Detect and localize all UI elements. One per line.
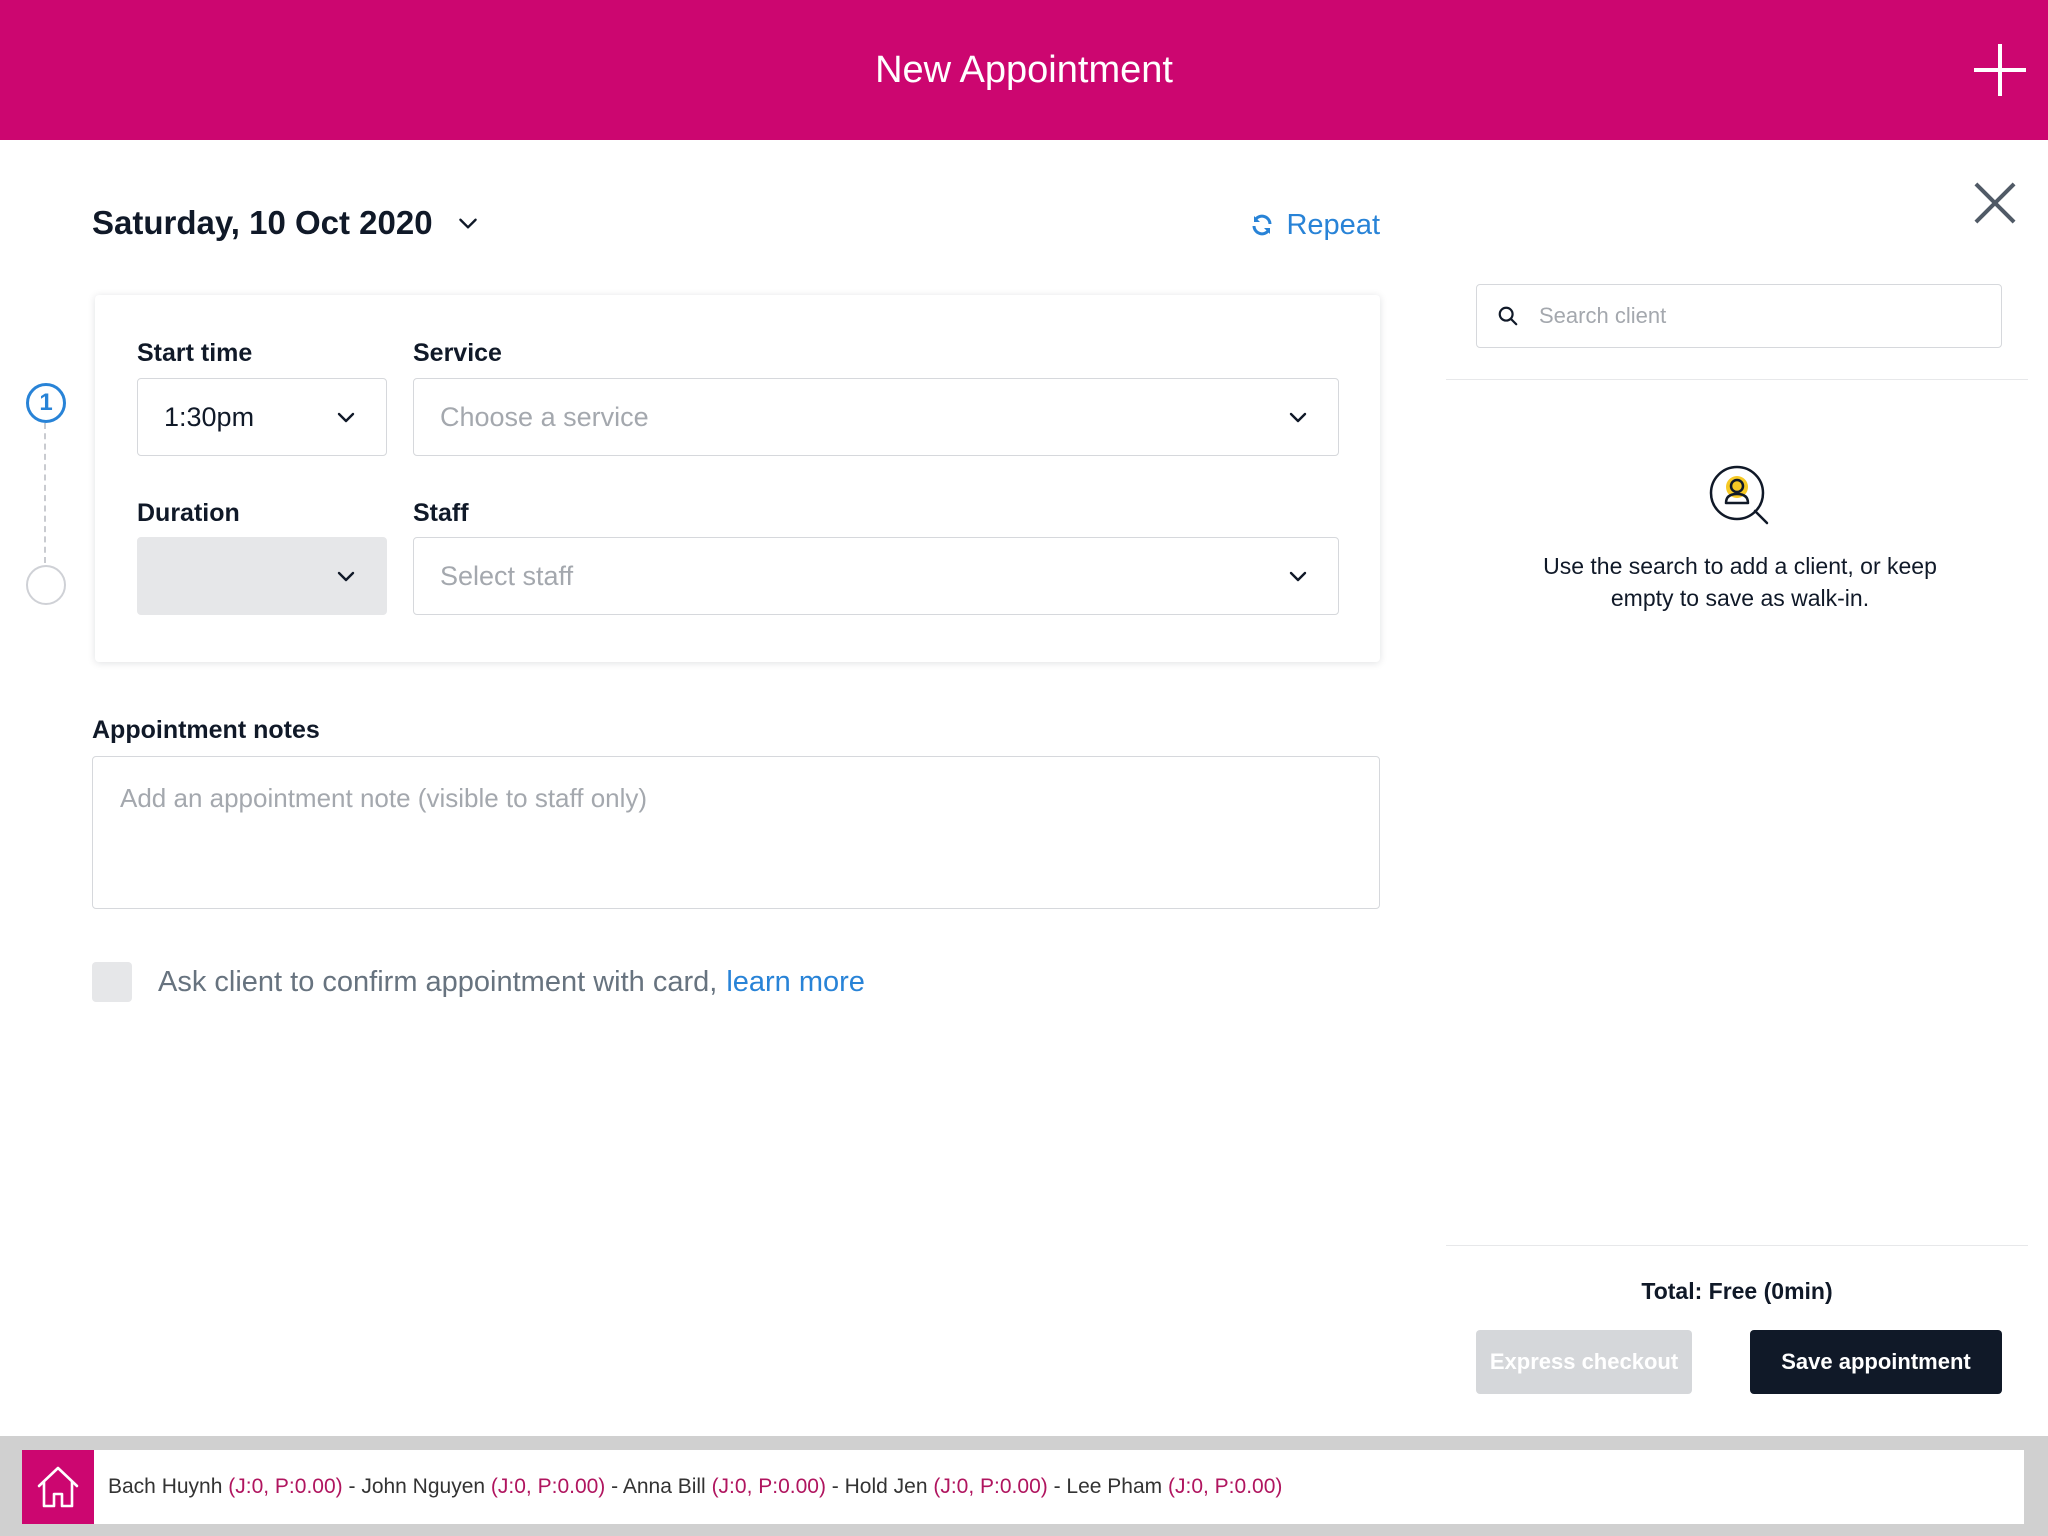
chevron-down-icon xyxy=(458,218,477,229)
home-icon xyxy=(37,1466,79,1508)
staff-meta: (J:0, P:0.00) xyxy=(228,1475,343,1498)
chevron-down-icon xyxy=(1289,412,1307,423)
home-button[interactable] xyxy=(22,1450,94,1524)
staff-name: John Nguyen xyxy=(361,1475,486,1498)
client-hint-line2: empty to save as walk-in. xyxy=(1610,585,1870,611)
service-placeholder: Choose a service xyxy=(440,402,649,432)
duration-select[interactable] xyxy=(137,537,387,615)
close-icon[interactable] xyxy=(1974,182,2016,224)
date-label: Saturday, 10 Oct 2020 xyxy=(92,204,433,241)
express-checkout-button[interactable]: Express checkout xyxy=(1476,1330,1692,1394)
staff-meta: (J:0, P:0.00) xyxy=(711,1475,826,1498)
plus-icon[interactable] xyxy=(1974,44,2026,96)
step-connector xyxy=(44,423,46,563)
staff-status-bar: Bach Huynh (J:0, P:0.00) - John Nguyen (… xyxy=(0,1436,2048,1536)
notes-label: Appointment notes xyxy=(92,716,320,744)
learn-more-link[interactable]: learn more xyxy=(726,966,865,999)
total-label: Total: Free (0min) xyxy=(1641,1278,1833,1304)
staff-select[interactable]: Select staff xyxy=(413,537,1339,615)
staff-name: Anna Bill xyxy=(622,1475,706,1498)
chevron-down-icon xyxy=(337,412,355,423)
save-appointment-button[interactable]: Save appointment xyxy=(1750,1330,2002,1394)
confirm-card-row: Ask client to confirm appointment with c… xyxy=(92,962,865,1002)
staff-separator: - xyxy=(605,1475,623,1498)
staff-placeholder: Select staff xyxy=(440,561,574,591)
start-time-value: 1:30pm xyxy=(164,402,255,432)
date-selector[interactable]: Saturday, 10 Oct 2020 xyxy=(92,200,481,246)
staff-status-inner: Bach Huynh (J:0, P:0.00) - John Nguyen (… xyxy=(22,1450,2024,1524)
repeat-icon xyxy=(1252,214,1272,236)
staff-name: Lee Pham xyxy=(1066,1475,1163,1498)
staff-list: Bach Huynh (J:0, P:0.00) - John Nguyen (… xyxy=(108,1450,1282,1524)
duration-label: Duration xyxy=(137,499,240,527)
service-card: Start time 1:30pm Service Choose a servi… xyxy=(95,295,1380,662)
staff-separator: - xyxy=(342,1475,362,1498)
staff-label: Staff xyxy=(413,499,469,527)
staff-name: Hold Jen xyxy=(844,1475,928,1498)
service-select[interactable]: Choose a service xyxy=(413,378,1339,456)
chevron-down-icon xyxy=(337,571,355,582)
divider xyxy=(1446,379,2028,380)
client-search-placeholder: Search client xyxy=(1539,303,1667,328)
staff-separator: - xyxy=(1047,1475,1067,1498)
divider xyxy=(1446,1245,2028,1246)
header-bar: New Appointment xyxy=(0,0,2048,140)
chevron-down-icon xyxy=(1289,571,1307,582)
staff-meta: (J:0, P:0.00) xyxy=(490,1475,606,1498)
confirm-card-checkbox[interactable] xyxy=(92,962,132,1002)
notes-textarea[interactable]: Add an appointment note (visible to staf… xyxy=(92,756,1380,909)
notes-placeholder: Add an appointment note (visible to staf… xyxy=(120,783,648,813)
start-time-select[interactable]: 1:30pm xyxy=(137,378,387,456)
staff-separator: - xyxy=(825,1475,845,1498)
start-time-label: Start time xyxy=(137,339,253,367)
step-indicator-1: 1 xyxy=(26,383,66,423)
client-hint: Use the search to add a client, or keep … xyxy=(1500,550,1980,614)
repeat-button[interactable]: Repeat xyxy=(1250,205,1380,245)
staff-name: Bach Huynh xyxy=(108,1475,223,1498)
repeat-label: Repeat xyxy=(1286,208,1380,241)
client-hint-line1: Use the search to add a client, or keep xyxy=(1543,553,1937,579)
confirm-card-text: Ask client to confirm appointment with c… xyxy=(158,965,718,998)
staff-meta: (J:0, P:0.00) xyxy=(1168,1475,1283,1498)
service-label: Service xyxy=(413,339,502,367)
step-indicator-2 xyxy=(26,565,66,605)
client-search-input[interactable]: Search client xyxy=(1476,284,2002,348)
staff-meta: (J:0, P:0.00) xyxy=(933,1475,1048,1498)
page-title: New Appointment xyxy=(875,49,1173,91)
search-icon xyxy=(1498,306,1518,326)
client-search-icon xyxy=(1709,465,1769,525)
